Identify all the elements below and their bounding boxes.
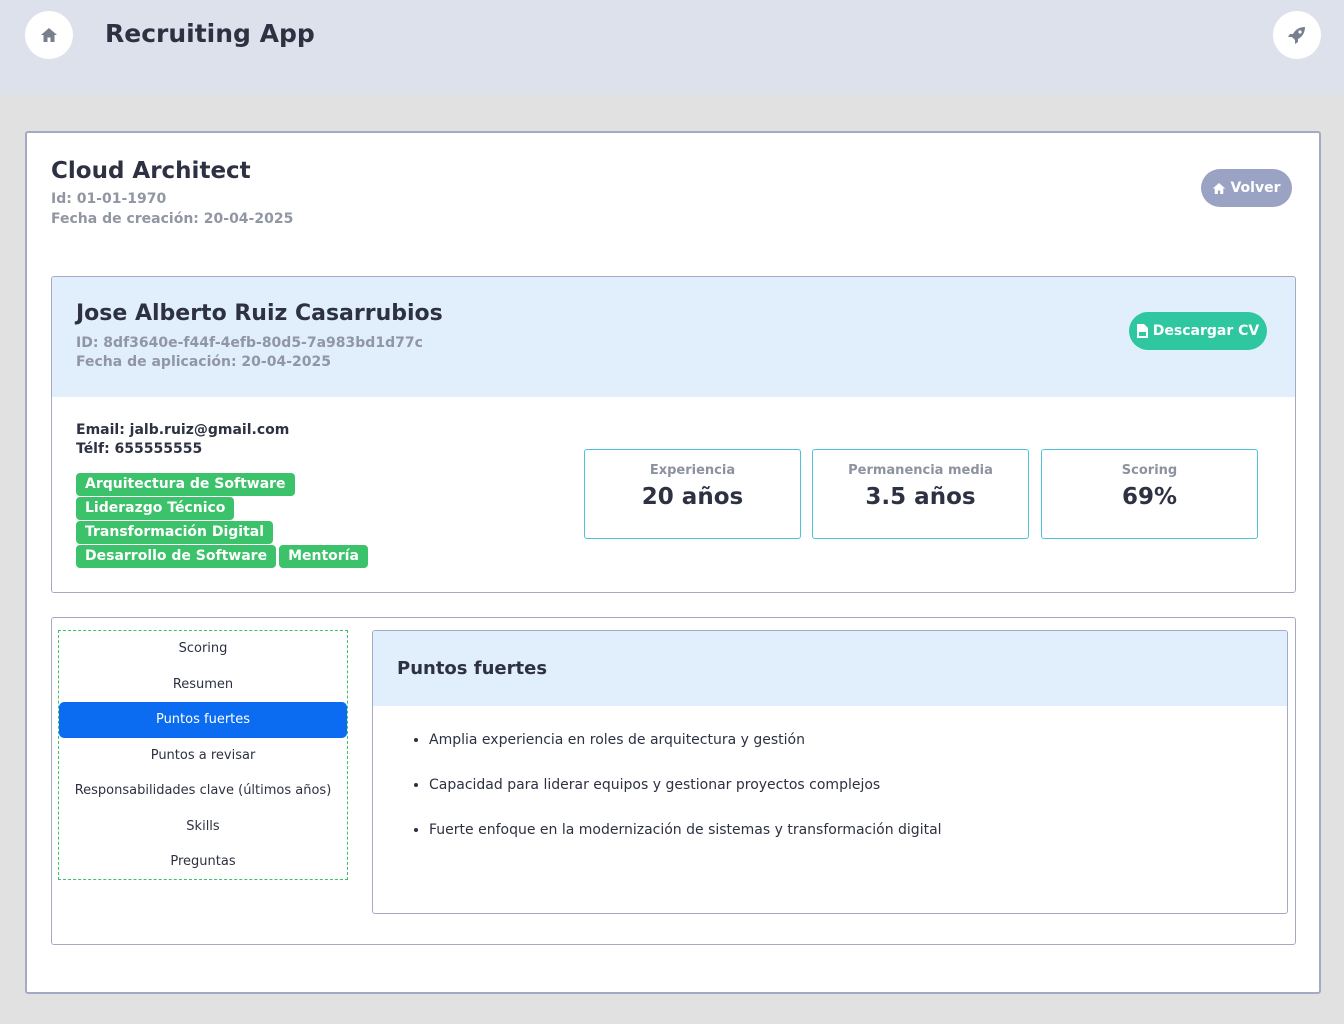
panel-title: Puntos fuertes (373, 631, 1287, 706)
stat-label: Experiencia (649, 463, 736, 478)
stat-value: 20 años (641, 484, 744, 510)
nav-item-resumen[interactable]: Resumen (59, 667, 347, 703)
download-cv-label: Descargar CV (1152, 323, 1260, 339)
nav-item-puntos-a-revisar[interactable]: Puntos a revisar (59, 738, 347, 774)
job-creation-date: Fecha de creación: 20-04-2025 (51, 211, 294, 227)
candidate-card: Jose Alberto Ruiz Casarrubios ID: 8df364… (51, 276, 1296, 593)
top-bar: Recruiting App (0, 0, 1344, 95)
nav-item-puntos-fuertes[interactable]: Puntos fuertes (59, 702, 347, 738)
job-id: Id: 01-01-1970 (51, 191, 167, 207)
stat-label: Permanencia media (848, 463, 993, 478)
candidate-header: Jose Alberto Ruiz Casarrubios ID: 8df364… (52, 277, 1295, 397)
back-button[interactable]: Volver (1201, 169, 1292, 207)
nav-item-preguntas[interactable]: Preguntas (59, 844, 347, 880)
candidate-name: Jose Alberto Ruiz Casarrubios (76, 301, 443, 326)
stat-value: 69% (1121, 484, 1178, 510)
home-button[interactable] (25, 11, 73, 59)
back-button-label: Volver (1230, 180, 1281, 196)
candidate-id: ID: 8df3640e-f44f-4efb-80d5-7a983bd1d77c (76, 335, 423, 351)
stat-label: Scoring (1121, 463, 1178, 478)
home-icon (41, 28, 57, 42)
stat-average-tenure: Permanencia media 3.5 años (812, 449, 1029, 539)
candidate-email: Email: jalb.ruiz@gmail.com (76, 422, 290, 438)
skill-tag: Mentoría (279, 545, 368, 568)
skill-tag: Transformación Digital (76, 521, 274, 544)
app-title: Recruiting App (105, 19, 315, 48)
section-panel: Puntos fuertes Amplia experiencia en rol… (372, 630, 1288, 914)
skill-tag: Arquitectura de Software (76, 473, 295, 496)
stat-experience: Experiencia 20 años (584, 449, 801, 539)
skill-tags: Arquitectura de Software Liderazgo Técni… (76, 473, 386, 569)
strengths-list: Amplia experiencia en roles de arquitect… (373, 706, 1287, 839)
nav-item-responsabilidades[interactable]: Responsabilidades clave (últimos años) (59, 773, 347, 809)
section-nav: Scoring Resumen Puntos fuertes Puntos a … (58, 630, 348, 880)
candidate-application-date: Fecha de aplicación: 20-04-2025 (76, 354, 331, 370)
skill-tag: Desarrollo de Software (76, 545, 277, 568)
candidate-details: Scoring Resumen Puntos fuertes Puntos a … (51, 617, 1296, 945)
list-item: Amplia experiencia en roles de arquitect… (429, 731, 1287, 749)
pdf-file-icon (1136, 324, 1148, 338)
job-title: Cloud Architect (51, 158, 251, 184)
candidate-phone: Télf: 655555555 (76, 441, 203, 457)
nav-item-scoring[interactable]: Scoring (59, 631, 347, 667)
list-item: Fuerte enfoque en la modernización de si… (429, 821, 1287, 839)
download-cv-button[interactable]: Descargar CV (1129, 312, 1267, 350)
rocket-icon (1288, 27, 1305, 44)
rocket-button[interactable] (1273, 11, 1321, 59)
job-card: Cloud Architect Id: 01-01-1970 Fecha de … (25, 131, 1321, 994)
stat-value: 3.5 años (865, 484, 976, 510)
list-item: Capacidad para liderar equipos y gestion… (429, 776, 1287, 794)
nav-item-skills[interactable]: Skills (59, 809, 347, 845)
home-icon (1213, 182, 1226, 194)
stat-scoring: Scoring 69% (1041, 449, 1258, 539)
skill-tag: Liderazgo Técnico (76, 497, 235, 520)
